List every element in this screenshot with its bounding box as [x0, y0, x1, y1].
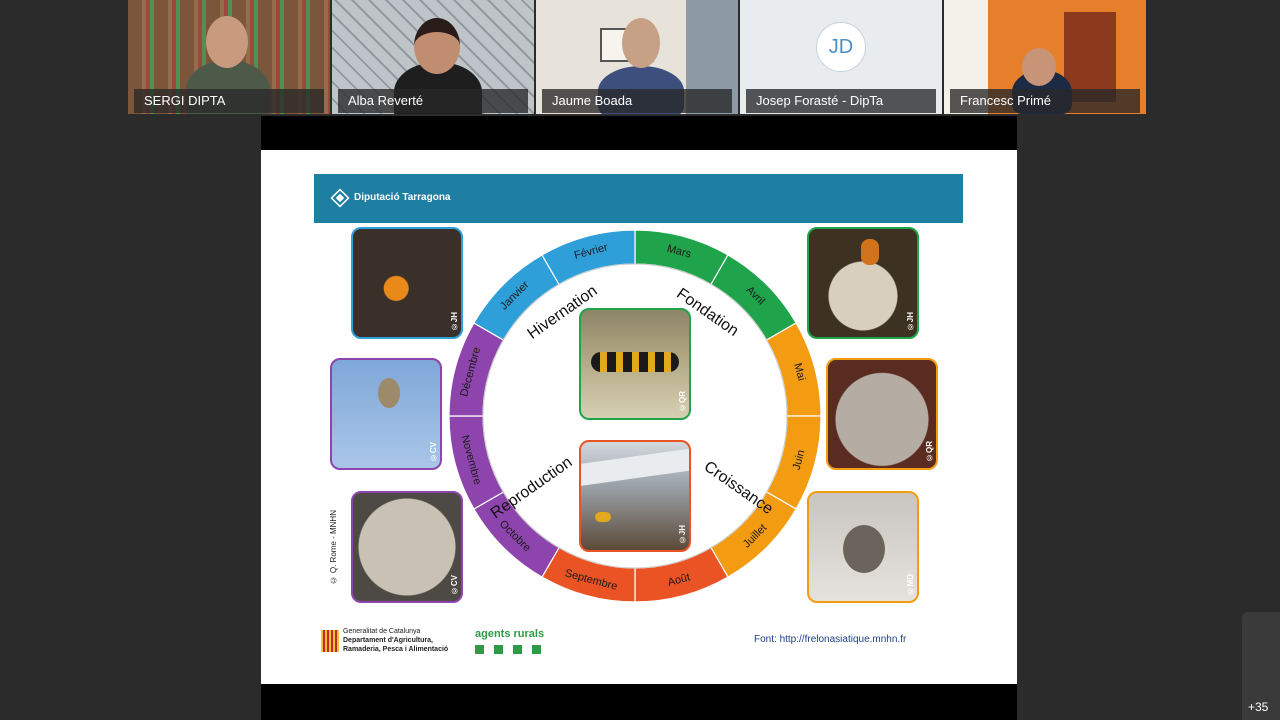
- photo-credit: ©JH: [906, 311, 915, 331]
- senyera-icon: [321, 630, 339, 652]
- photo-credit: ©CV: [429, 441, 438, 462]
- photo-hornets-feeding: ©JH: [579, 440, 691, 552]
- gov-line: Generalitat de Catalunya: [343, 628, 421, 635]
- source-link[interactable]: Font: http://frelonasiatique.mnhn.fr: [754, 634, 906, 645]
- participant-strip: SERGI DIPTA Alba Reverté Jaume Boada JD …: [128, 0, 1149, 114]
- participant-tile[interactable]: Jaume Boada: [536, 0, 738, 114]
- photo-credit: ©QR: [925, 441, 934, 462]
- gov-line: Ramaderia, Pesca i Alimentació: [343, 646, 449, 653]
- photo-large-nest: ©CV: [351, 491, 463, 603]
- participant-name: SERGI DIPTA: [134, 89, 324, 113]
- photo-nest-workers: ©QR: [826, 358, 938, 470]
- participant-name: Josep Forasté - DipTa: [746, 89, 936, 113]
- overflow-count: +35: [1248, 700, 1269, 714]
- diputacio-logo-icon: [330, 188, 350, 208]
- participant-name: Francesc Primé: [950, 89, 1140, 113]
- photo-hornet-closeup: ©QR: [579, 308, 691, 420]
- photo-credit: ©QR: [678, 391, 687, 412]
- presentation-slide: Diputació Tarragona Mars Avril Mai Juin Juil…: [261, 150, 1017, 684]
- photo-credit: ©JH: [450, 311, 459, 331]
- participant-tile[interactable]: Francesc Primé: [944, 0, 1146, 114]
- side-credit: © Q. Rome - MNHN: [329, 510, 338, 585]
- photo-credit: ©CV: [450, 574, 459, 595]
- participant-tile[interactable]: Alba Reverté: [332, 0, 534, 114]
- photo-tree-nest: ©CV: [330, 358, 442, 470]
- banner-title: Diputació Tarragona: [354, 192, 451, 203]
- avatar: JD: [816, 22, 866, 72]
- agents-text: agents rurals: [475, 628, 545, 640]
- photo-hibernating-queen: ©JH: [351, 227, 463, 339]
- generalitat-logo: Generalitat de Catalunya Departament d'A…: [321, 628, 461, 654]
- participant-name: Jaume Boada: [542, 89, 732, 113]
- photo-credit: ©JH: [678, 524, 687, 544]
- photo-credit: ©MD: [906, 573, 915, 595]
- participant-name: Alba Reverté: [338, 89, 528, 113]
- more-participants-button[interactable]: +35: [1242, 612, 1280, 720]
- slide-banner: Diputació Tarragona: [314, 174, 963, 223]
- agents-rurals-logo: agents rurals: [475, 628, 555, 654]
- gov-line: Departament d'Agricultura,: [343, 637, 433, 644]
- photo-founding-nest: ©JH: [807, 227, 919, 339]
- participant-tile[interactable]: JD Josep Forasté - DipTa: [740, 0, 942, 114]
- participant-tile[interactable]: SERGI DIPTA: [128, 0, 330, 114]
- photo-branch-nest: ©MD: [807, 491, 919, 603]
